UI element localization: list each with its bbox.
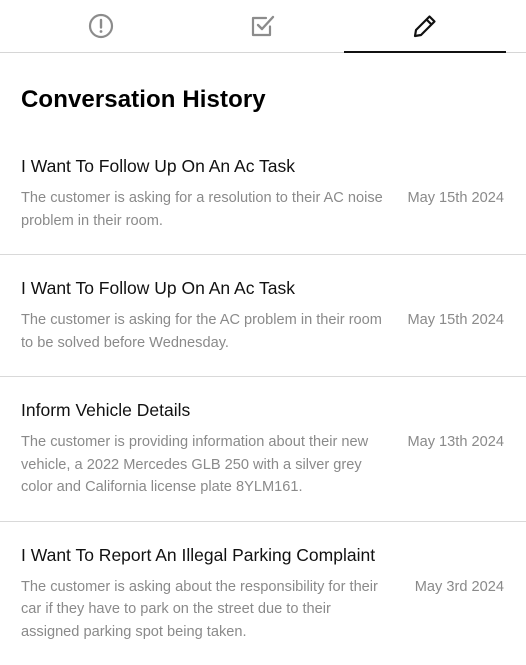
conversation-title: I Want To Follow Up On An Ac Task (21, 277, 504, 299)
conversation-date: May 13th 2024 (407, 431, 504, 454)
conversation-title: I Want To Report An Illegal Parking Comp… (21, 544, 504, 566)
list-item[interactable]: Inform Vehicle Details The customer is p… (0, 377, 526, 522)
list-item[interactable]: I Want To Follow Up On An Ac Task The cu… (0, 133, 526, 255)
tab-tasks[interactable] (182, 0, 344, 52)
page-title: Conversation History (21, 86, 266, 114)
list-item[interactable]: I Want To Follow Up On An Ac Task The cu… (0, 255, 526, 377)
tab-alerts[interactable] (20, 0, 182, 52)
conversation-date: May 15th 2024 (407, 187, 504, 210)
list-item[interactable]: I Want To Report An Illegal Parking Comp… (0, 522, 526, 665)
pencil-icon (412, 13, 438, 39)
conversation-date: May 15th 2024 (407, 309, 504, 332)
conversation-list: I Want To Follow Up On An Ac Task The cu… (0, 133, 526, 665)
conversation-description: The customer is asking about the respons… (21, 576, 393, 644)
conversation-title: I Want To Follow Up On An Ac Task (21, 155, 504, 177)
checkbox-icon (249, 12, 277, 40)
conversation-date: May 3rd 2024 (415, 576, 504, 599)
alert-circle-icon (88, 13, 114, 39)
tab-bar (0, 0, 526, 53)
tab-history[interactable] (344, 0, 506, 52)
conversation-description: The customer is asking for the AC proble… (21, 309, 393, 354)
conversation-description: The customer is providing information ab… (21, 431, 393, 499)
conversation-description: The customer is asking for a resolution … (21, 187, 393, 232)
conversation-title: Inform Vehicle Details (21, 399, 504, 421)
